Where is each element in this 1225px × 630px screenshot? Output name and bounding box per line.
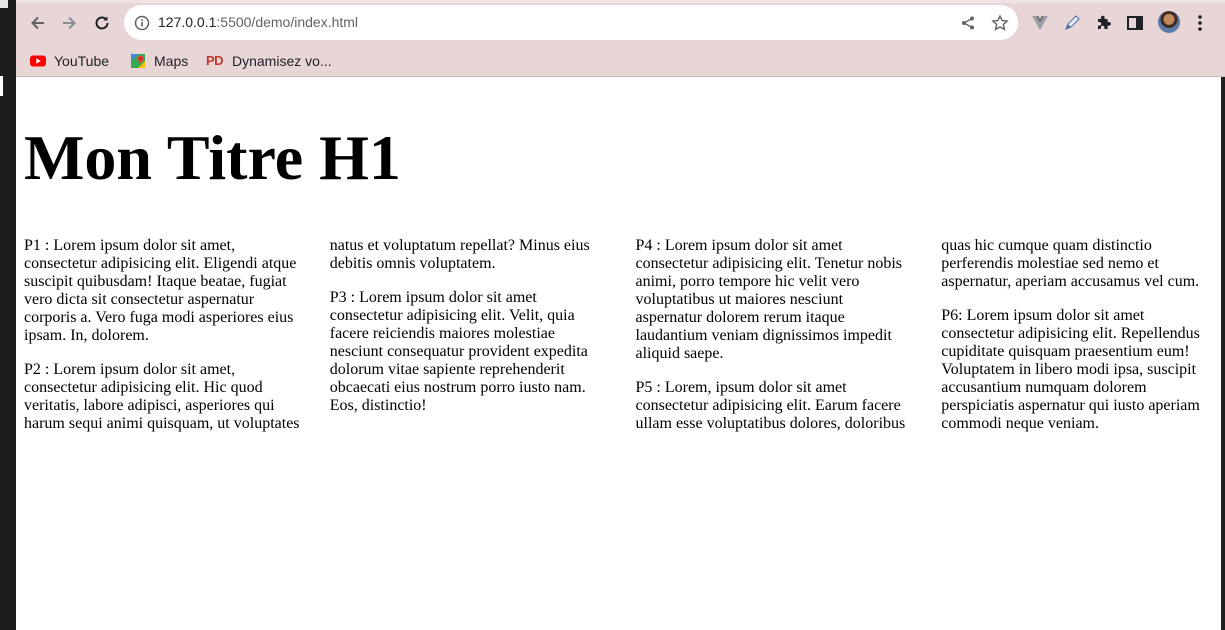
youtube-icon bbox=[30, 53, 46, 69]
maps-icon bbox=[130, 53, 146, 69]
window-corner bbox=[0, 0, 8, 8]
reload-icon bbox=[95, 16, 109, 30]
page-content: Mon Titre H1 P1 : Lorem ipsum dolor sit … bbox=[16, 77, 1225, 630]
pen-extension-icon[interactable] bbox=[1061, 12, 1083, 34]
bookmarks-bar: YouTube Maps PD Dynamisez vo... bbox=[16, 46, 1225, 77]
side-panel-icon[interactable] bbox=[1124, 12, 1146, 34]
tab-strip-edge bbox=[16, 0, 1225, 3]
browser-window: 127.0.0.1:5500/demo/index.html YouTube M… bbox=[16, 0, 1225, 630]
paragraph-3: P3 : Lorem ipsum dolor sit amet consecte… bbox=[329, 289, 588, 414]
paragraph-1: P1 : Lorem ipsum dolor sit amet, consect… bbox=[24, 237, 297, 344]
share-icon[interactable] bbox=[958, 13, 978, 33]
site-info-icon[interactable] bbox=[132, 13, 152, 33]
url-host: 127.0.0.1 bbox=[158, 14, 217, 30]
reload-button[interactable] bbox=[89, 10, 115, 36]
pd-icon-text: PD bbox=[206, 53, 224, 68]
profile-avatar[interactable] bbox=[1158, 11, 1180, 33]
multi-column-text: P1 : Lorem ipsum dolor sit amet, consect… bbox=[24, 237, 1217, 437]
bookmark-dynamisez[interactable]: PD Dynamisez vo... bbox=[206, 50, 332, 72]
back-button[interactable] bbox=[25, 10, 51, 36]
page-title: Mon Titre H1 bbox=[24, 122, 401, 193]
back-arrow-icon bbox=[31, 16, 44, 30]
bookmark-label: Maps bbox=[154, 53, 189, 69]
browser-toolbar: 127.0.0.1:5500/demo/index.html bbox=[16, 0, 1225, 46]
url-text[interactable]: 127.0.0.1:5500/demo/index.html bbox=[158, 14, 358, 30]
bookmark-label: YouTube bbox=[54, 53, 110, 69]
bookmark-label: Dynamisez vo... bbox=[232, 53, 332, 69]
bookmark-youtube[interactable]: YouTube bbox=[30, 50, 109, 72]
pd-icon: PD bbox=[206, 53, 224, 69]
window-right-edge bbox=[1221, 77, 1225, 630]
extensions-puzzle-icon[interactable] bbox=[1093, 12, 1115, 34]
left-window-strip bbox=[0, 0, 16, 630]
url-path: :5500/demo/index.html bbox=[216, 14, 359, 30]
bookmark-maps[interactable]: Maps bbox=[130, 50, 188, 72]
address-bar[interactable]: 127.0.0.1:5500/demo/index.html bbox=[124, 5, 1018, 40]
forward-arrow-icon bbox=[63, 16, 76, 30]
bookmark-star-icon[interactable] bbox=[990, 13, 1010, 33]
menu-kebab-icon[interactable] bbox=[1189, 12, 1211, 34]
paragraph-4: P4 : Lorem ipsum dolor sit amet consecte… bbox=[635, 237, 903, 362]
window-edge-highlight bbox=[0, 76, 3, 96]
forward-button[interactable] bbox=[56, 10, 82, 36]
paragraph-6: P6: Lorem ipsum dolor sit amet consectet… bbox=[941, 307, 1200, 432]
vue-devtools-icon[interactable] bbox=[1029, 12, 1051, 34]
